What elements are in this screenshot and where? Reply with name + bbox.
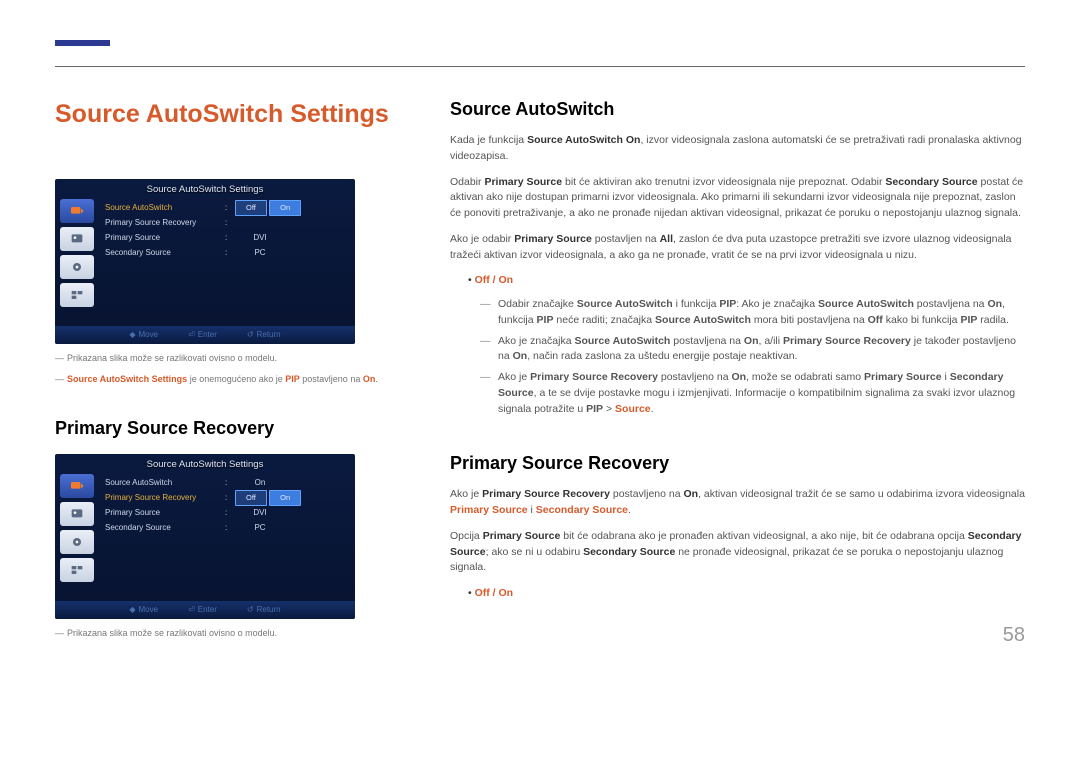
bullet-off-on: Off / On	[468, 586, 1025, 602]
osd-value: DVI	[235, 232, 285, 244]
body-text: Ako je odabir Primary Source postavljen …	[450, 232, 1025, 264]
osd-label: Source AutoSwitch	[105, 202, 225, 214]
osd-value: DVI	[235, 507, 285, 519]
bullet-off-on: Off / On	[468, 273, 1025, 289]
osd-value: Off On	[235, 490, 301, 505]
osd-footer-enter: ⏎ Enter	[188, 329, 217, 341]
osd-label: Secondary Source	[105, 522, 225, 534]
osd-row: Primary Source Recovery :	[105, 216, 347, 231]
header-accent	[55, 40, 110, 46]
osd-row: Source AutoSwitch : On	[105, 476, 347, 491]
osd-row: Secondary Source : PC	[105, 246, 347, 261]
header-rule	[55, 66, 1025, 67]
osd-footer-return: ↺ Return	[247, 604, 281, 616]
page-number: 58	[1003, 620, 1025, 650]
osd-footer-move: ◆ Move	[129, 329, 158, 341]
osd-tab-multi-icon	[60, 283, 94, 307]
dash-note: Ako je Primary Source Recovery postavlje…	[480, 370, 1025, 417]
osd-tab-picture-icon	[60, 227, 94, 251]
osd-footer-move: ◆ Move	[129, 604, 158, 616]
osd-tab-input-icon	[60, 474, 94, 498]
osd-value: Off On	[235, 200, 301, 215]
osd-footer-enter: ⏎ Enter	[188, 604, 217, 616]
body-text: Ako je Primary Source Recovery postavlje…	[450, 487, 1025, 519]
osd-row: Secondary Source : PC	[105, 521, 347, 536]
section-title-primary-source-recovery-right: Primary Source Recovery	[450, 450, 1025, 477]
page-title: Source AutoSwitch Settings	[55, 96, 420, 134]
osd-label: Secondary Source	[105, 247, 225, 259]
osd-value: PC	[235, 247, 285, 259]
osd-footer: ◆ Move ⏎ Enter ↺ Return	[55, 601, 355, 619]
osd-row: Primary Source : DVI	[105, 231, 347, 246]
osd-screenshot-1: Source AutoSwitch Settings Source AutoSw…	[55, 179, 355, 344]
osd-footer-return: ↺ Return	[247, 329, 281, 341]
osd-tab-input-icon	[60, 199, 94, 223]
osd-value: On	[235, 477, 285, 489]
footnote: Prikazana slika može se razlikovati ovis…	[55, 352, 420, 366]
body-text: Kada je funkcija Source AutoSwitch On, i…	[450, 133, 1025, 165]
dash-note: Ako je značajka Source AutoSwitch postav…	[480, 334, 1025, 366]
osd-value: PC	[235, 522, 285, 534]
osd-screenshot-2: Source AutoSwitch Settings Source AutoSw…	[55, 454, 355, 619]
osd-row: Primary Source Recovery : Off On	[105, 491, 347, 506]
osd-tab-setup-icon	[60, 530, 94, 554]
osd-label: Primary Source Recovery	[105, 217, 225, 229]
osd-row: Primary Source : DVI	[105, 506, 347, 521]
osd-label: Source AutoSwitch	[105, 477, 225, 489]
body-text: Odabir Primary Source bit će aktiviran a…	[450, 175, 1025, 222]
osd-title: Source AutoSwitch Settings	[55, 183, 355, 197]
osd-tab-picture-icon	[60, 502, 94, 526]
body-text: Opcija Primary Source bit će odabrana ak…	[450, 529, 1025, 576]
footnote: Source AutoSwitch Settings je onemogućen…	[55, 373, 420, 387]
osd-row: Source AutoSwitch : Off On	[105, 201, 347, 216]
osd-tab-multi-icon	[60, 558, 94, 582]
osd-label: Primary Source Recovery	[105, 492, 225, 504]
footnote: Prikazana slika može se razlikovati ovis…	[55, 627, 420, 641]
osd-tab-setup-icon	[60, 255, 94, 279]
osd-title: Source AutoSwitch Settings	[55, 458, 355, 472]
osd-footer: ◆ Move ⏎ Enter ↺ Return	[55, 326, 355, 344]
osd-label: Primary Source	[105, 507, 225, 519]
section-title-primary-source-recovery: Primary Source Recovery	[55, 415, 420, 442]
section-title-source-autoswitch: Source AutoSwitch	[450, 96, 1025, 123]
dash-note: Odabir značajke Source AutoSwitch i funk…	[480, 297, 1025, 329]
osd-label: Primary Source	[105, 232, 225, 244]
